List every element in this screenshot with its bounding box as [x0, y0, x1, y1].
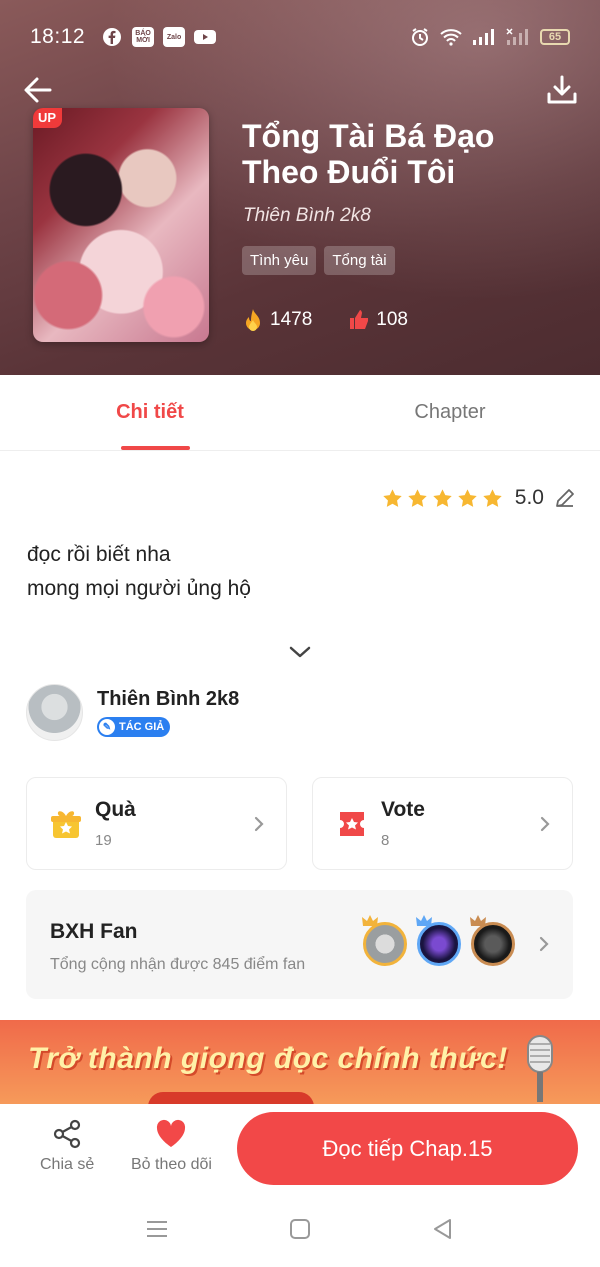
star-icon: [383, 488, 402, 507]
banner-button[interactable]: [148, 1092, 314, 1104]
star-icon: [458, 488, 477, 507]
rating: 5.0: [382, 486, 576, 510]
description-line: đọc rồi biết nha: [27, 543, 171, 566]
author-profile[interactable]: Thiên Bình 2k8 ✎ TÁC GIẢ: [26, 684, 239, 741]
views-stat: 1478: [242, 308, 312, 332]
wifi-icon: [440, 29, 462, 46]
signal-2-icon: [506, 28, 528, 45]
likes-stat: 108: [348, 309, 408, 331]
tab-details[interactable]: Chi tiết: [0, 375, 300, 450]
menu-icon[interactable]: [144, 1216, 170, 1242]
bottom-action-bar: Chia sẻ Bỏ theo dõi Đọc tiếp Chap.15: [0, 1104, 600, 1192]
alarm-icon: [412, 28, 428, 46]
author-badge-label: TÁC GIẢ: [119, 721, 165, 733]
vote-count: 8: [381, 832, 390, 849]
youtube-icon: [194, 30, 217, 44]
star-icon: [483, 488, 502, 507]
zalo-icon: Zalo: [163, 27, 186, 47]
microphone-icon: [527, 1035, 553, 1102]
fan-ranking-subtitle: Tổng cộng nhận được 845 điểm fan: [50, 956, 306, 973]
tab-chapter[interactable]: Chapter: [300, 375, 600, 450]
edit-rating-icon[interactable]: [554, 487, 576, 509]
fan-ranking-card[interactable]: BXH Fan Tổng cộng nhận được 845 điểm fan: [26, 890, 573, 999]
status-time: 18:12: [30, 25, 86, 48]
chevron-right-icon: [539, 936, 549, 952]
author-name: Thiên Bình 2k8: [97, 688, 240, 710]
battery-indicator: 65: [540, 29, 570, 45]
facebook-icon: [103, 28, 122, 46]
fan-avatar: [416, 915, 461, 966]
crown-icon: [416, 915, 432, 926]
share-button[interactable]: Chia sẻ: [40, 1118, 94, 1174]
tag-tong-tai[interactable]: Tổng tài: [324, 246, 395, 275]
book-title: Tổng Tài Bá Đạo Theo Đuổi Tôi: [242, 118, 495, 190]
author-avatar: [26, 684, 83, 741]
gift-card[interactable]: Quà 19: [26, 777, 287, 870]
share-label: Chia sẻ: [40, 1156, 95, 1173]
tag-tinh-yeu[interactable]: Tình yêu: [242, 246, 317, 275]
update-badge: UP: [33, 108, 63, 128]
genre-tags: Tình yêu Tổng tài: [242, 246, 395, 275]
status-bar: 18:12 BÁO MỚI Zalo 65: [30, 22, 570, 52]
baomoi-icon: BÁO MỚI: [132, 27, 155, 47]
chevron-down-icon[interactable]: [288, 642, 312, 662]
book-author[interactable]: Thiên Bình 2k8: [243, 205, 371, 227]
thumbs-up-icon: [350, 310, 369, 329]
rating-value: 5.0: [514, 486, 544, 509]
book-header: 18:12 BÁO MỚI Zalo 65 UP Tổng Tài Bá Đạo…: [0, 0, 600, 375]
share-icon: [54, 1119, 81, 1149]
system-nav-bar: [0, 1192, 600, 1267]
voice-reader-banner[interactable]: Trở thành giọng đọc chính thức!: [0, 1020, 600, 1104]
vote-ticket-icon: [340, 811, 364, 836]
continue-reading-button[interactable]: Đọc tiếp Chap.15: [237, 1112, 578, 1185]
description-line: mong mọi người ủng hộ: [27, 577, 251, 600]
gift-title: Quà: [95, 798, 136, 821]
fan-ranking-title: BXH Fan: [50, 920, 138, 943]
book-description: đọc rồi biết nha mong mọi người ủng hộ: [27, 538, 251, 606]
views-count: 1478: [270, 309, 313, 330]
vote-title: Vote: [381, 798, 425, 821]
fan-avatar: [470, 915, 515, 966]
home-square-icon[interactable]: [287, 1216, 313, 1242]
back-triangle-icon[interactable]: [430, 1216, 456, 1242]
heart-icon: [157, 1119, 186, 1147]
top-fans: [362, 915, 515, 966]
download-icon[interactable]: [546, 74, 578, 106]
banner-text: Trở thành giọng đọc chính thức!: [28, 1042, 508, 1075]
gift-icon: [51, 810, 81, 838]
author-badge: ✎ TÁC GIẢ: [97, 717, 171, 737]
book-cover[interactable]: UP: [33, 108, 209, 342]
fire-icon: [246, 309, 260, 331]
unfollow-label: Bỏ theo dõi: [131, 1156, 212, 1173]
unfollow-button[interactable]: Bỏ theo dõi: [131, 1118, 212, 1174]
back-arrow-icon[interactable]: [20, 72, 56, 108]
signal-icon: [473, 29, 494, 45]
crown-icon: [470, 915, 486, 926]
vote-card[interactable]: Vote 8: [312, 777, 573, 870]
pen-icon: ✎: [99, 719, 115, 735]
gift-count: 19: [95, 832, 112, 849]
tab-bar: Chi tiết Chapter: [0, 375, 600, 451]
crown-icon: [362, 915, 378, 926]
book-stats: 1478 108: [242, 308, 444, 332]
fan-avatar: [362, 915, 407, 966]
star-icon: [408, 488, 427, 507]
likes-count: 108: [376, 309, 408, 330]
chevron-right-icon: [254, 816, 264, 831]
star-icon: [433, 488, 452, 507]
chevron-right-icon: [540, 816, 550, 831]
